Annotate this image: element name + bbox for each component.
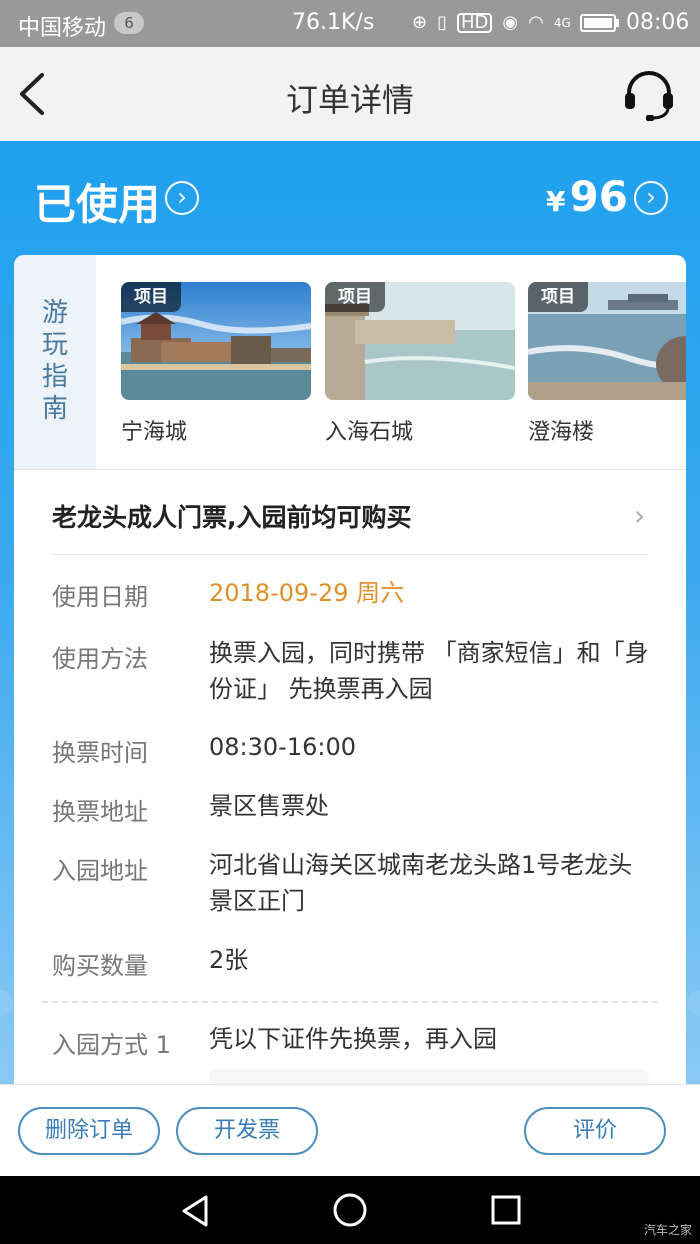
guide-sidebar: 游玩指南 bbox=[14, 255, 96, 469]
use-date-label: 使用日期 bbox=[52, 583, 148, 611]
clock: 08:06 bbox=[626, 10, 690, 35]
entry-address-value: 河北省山海关区城南老龙头路1号老龙头景区正门 bbox=[209, 851, 633, 915]
guide-item-tag: 项目 bbox=[528, 282, 588, 312]
network-speed: 76.1K/s bbox=[292, 10, 375, 35]
exchange-address-value: 景区售票处 bbox=[209, 792, 329, 820]
guide-item-image: 项目 bbox=[121, 282, 311, 400]
use-method-label: 使用方法 bbox=[52, 645, 148, 673]
quantity-label: 购买数量 bbox=[52, 952, 148, 980]
dashed-divider bbox=[42, 1001, 658, 1003]
exchange-time-label: 换票时间 bbox=[52, 739, 148, 767]
use-date-value: 2018-09-29 周六 bbox=[209, 579, 405, 607]
review-button[interactable]: 评价 bbox=[524, 1107, 666, 1155]
system-nav-bar: 汽车之家 bbox=[0, 1176, 700, 1244]
ticket-title[interactable]: 老龙头成人门票,入园前均可购买 bbox=[52, 498, 412, 534]
nav-recents-icon[interactable] bbox=[490, 1194, 522, 1226]
invoice-button[interactable]: 开发票 bbox=[176, 1107, 318, 1155]
currency-symbol: ¥ bbox=[546, 185, 566, 218]
carrier-name: 中国移动 bbox=[18, 16, 107, 41]
wifi-icon: ◠ bbox=[528, 12, 544, 33]
sim-badge: 6 bbox=[114, 12, 144, 34]
quantity-value: 2张 bbox=[209, 946, 249, 974]
watermark: 汽车之家 bbox=[643, 1223, 692, 1237]
guide-item-tag: 项目 bbox=[325, 282, 385, 312]
action-bar: 删除订单 开发票 评价 bbox=[0, 1084, 700, 1176]
delete-order-button[interactable]: 删除订单 bbox=[18, 1107, 160, 1155]
divider bbox=[14, 469, 686, 470]
status-icons: ⊕ ▯ HD ◉ ◠ 4G bbox=[412, 12, 571, 33]
use-method-value: 换票入园，同时携带 「商家短信」和「身份证」 先换票再入园 bbox=[209, 639, 649, 703]
entry-method-label: 入园方式 1 bbox=[52, 1031, 171, 1059]
signal-icon: 4G bbox=[553, 15, 571, 30]
guide-item[interactable]: 项目 入海石城 bbox=[325, 282, 515, 446]
app-header: 订单详情 bbox=[0, 47, 700, 141]
status-bar: 中国移动 6 76.1K/s ⊕ ▯ HD ◉ ◠ 4G 08:06 bbox=[0, 0, 700, 47]
price-value: 96 bbox=[569, 172, 628, 221]
order-price: ¥96 bbox=[546, 172, 628, 221]
guide-item[interactable]: 项目 澄海楼 bbox=[528, 282, 686, 446]
status-detail-icon[interactable]: › bbox=[165, 181, 199, 215]
guide-label: 游玩指南 bbox=[42, 298, 69, 424]
vibrate-icon: ▯ bbox=[437, 12, 447, 33]
exchange-time-value: 08:30-16:00 bbox=[209, 733, 356, 761]
entry-address-label: 入园地址 bbox=[52, 857, 148, 885]
guide-item-image: 项目 bbox=[528, 282, 686, 400]
guide-item-name: 入海石城 bbox=[325, 420, 414, 445]
battery-icon bbox=[580, 14, 616, 32]
eye-icon: ◉ bbox=[502, 12, 519, 33]
nav-home-icon[interactable] bbox=[332, 1192, 368, 1228]
chevron-right-icon[interactable]: › bbox=[634, 499, 645, 532]
order-card: 游玩指南 项目 宁海城 项目 入海石城 项目 澄海楼 老龙头成人门票,入园前均可… bbox=[14, 255, 686, 1115]
guide-item-name: 澄海楼 bbox=[528, 420, 595, 445]
nav-back-icon[interactable] bbox=[178, 1194, 212, 1228]
exchange-address-label: 换票地址 bbox=[52, 798, 148, 826]
guide-item[interactable]: 项目 宁海城 bbox=[121, 282, 311, 446]
page-title: 订单详情 bbox=[285, 81, 414, 119]
price-detail-icon[interactable]: › bbox=[634, 181, 668, 215]
divider bbox=[52, 554, 648, 555]
volte-icon: ⊕ bbox=[412, 12, 428, 33]
hd-icon: HD bbox=[457, 12, 493, 33]
order-status: 已使用 bbox=[34, 180, 161, 229]
entry-method-value: 凭以下证件先换票，再入园 bbox=[209, 1025, 497, 1053]
guide-item-image: 项目 bbox=[325, 282, 515, 400]
guide-item-name: 宁海城 bbox=[121, 420, 188, 445]
guide-item-tag: 项目 bbox=[121, 282, 181, 312]
headset-icon[interactable] bbox=[620, 65, 678, 123]
